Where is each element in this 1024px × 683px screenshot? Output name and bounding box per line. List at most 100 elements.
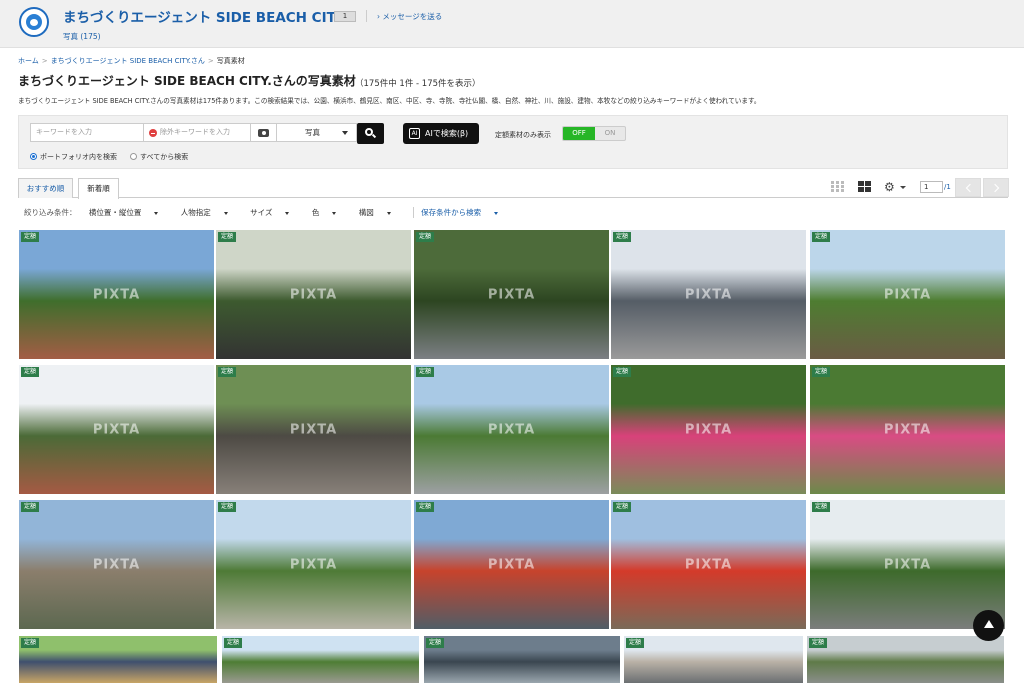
- photo-thumbnail[interactable]: 定額 PIXTA: [19, 500, 214, 629]
- fixed-price-tag: 定額: [613, 232, 631, 242]
- pixta-watermark: PIXTA: [289, 422, 338, 437]
- chevron-down-icon: [494, 211, 499, 215]
- toggle-off[interactable]: OFF: [563, 127, 595, 140]
- media-type-select[interactable]: 写真: [277, 123, 357, 142]
- photo-thumbnail[interactable]: 定額 PIXTA: [611, 365, 806, 494]
- fixed-price-toggle[interactable]: OFF ON: [562, 126, 626, 141]
- photo-thumbnail[interactable]: 定額: [222, 636, 419, 683]
- exclude-keyword-input[interactable]: 除外キーワードを入力: [144, 123, 251, 142]
- ai-search-button[interactable]: AI AIで検索(β): [403, 123, 479, 144]
- tab-newest[interactable]: 新着順: [78, 178, 119, 199]
- saved-search-link[interactable]: 保存条件から検索: [413, 207, 508, 218]
- fixed-price-tag: 定額: [812, 502, 830, 512]
- radio-dot: [130, 153, 137, 160]
- page-description: まちづくりエージェント SIDE BEACH CITY.さんの写真素材は175件…: [18, 97, 761, 105]
- photo-thumbnail[interactable]: 定額 PIXTA: [810, 230, 1005, 359]
- pixta-watermark: PIXTA: [684, 422, 733, 437]
- photo-thumbnail[interactable]: 定額 PIXTA: [414, 500, 609, 629]
- filter-size-label: サイズ: [250, 208, 273, 217]
- shop-name[interactable]: まちづくりエージェント SIDE BEACH CITY.: [63, 6, 348, 26]
- photo-thumbnail[interactable]: 定額 PIXTA: [611, 500, 806, 629]
- photos-tab-link[interactable]: 写真 (175): [63, 31, 101, 42]
- photo-thumbnail[interactable]: 定額 PIXTA: [19, 365, 214, 494]
- scroll-to-top-button[interactable]: [973, 610, 1004, 641]
- fixed-price-tag: 定額: [626, 638, 644, 648]
- search-panel: キーワードを入力 除外キーワードを入力 写真 AI AIで検索(β) 定額素材のみ…: [18, 115, 1008, 169]
- breadcrumb-separator: >: [41, 57, 48, 65]
- filter-size[interactable]: サイズ: [250, 207, 299, 218]
- pixta-watermark: PIXTA: [92, 557, 141, 572]
- page-number-input[interactable]: 1: [920, 181, 943, 193]
- send-message-link[interactable]: › メッセージを送る: [377, 11, 442, 22]
- chevron-down-icon: [154, 211, 159, 215]
- page-title: まちづくりエージェント SIDE BEACH CITY.さんの写真素材: [18, 74, 356, 88]
- pixta-watermark: PIXTA: [487, 557, 536, 572]
- header-divider: [366, 10, 367, 22]
- camera-icon: [258, 129, 269, 137]
- filter-composition-label: 構図: [358, 208, 374, 217]
- photo-thumbnail[interactable]: 定額 PIXTA: [216, 230, 411, 359]
- pixta-watermark: PIXTA: [92, 422, 141, 437]
- fixed-price-tag: 定額: [416, 367, 434, 377]
- saved-search-label: 保存条件から検索: [421, 208, 482, 217]
- photo-thumbnail[interactable]: 定額 PIXTA: [810, 365, 1005, 494]
- camera-search-button[interactable]: [251, 123, 277, 142]
- filter-label: 絞り込み条件：: [24, 208, 77, 217]
- pixta-watermark: PIXTA: [684, 557, 733, 572]
- pixta-watermark: PIXTA: [883, 422, 932, 437]
- filter-people[interactable]: 人物指定: [181, 207, 238, 218]
- filter-composition[interactable]: 構図: [359, 207, 401, 218]
- radio-all[interactable]: すべてから検索: [130, 152, 188, 162]
- photo-thumbnail[interactable]: 定額 PIXTA: [216, 365, 411, 494]
- fixed-price-tag: 定額: [21, 367, 39, 377]
- fixed-price-tag: 定額: [218, 232, 236, 242]
- page-total: /1: [944, 183, 951, 191]
- photo-thumbnail[interactable]: 定額 PIXTA: [216, 500, 411, 629]
- photo-thumbnail[interactable]: 定額: [807, 636, 1004, 683]
- fixed-price-tag: 定額: [416, 502, 434, 512]
- radio-portfolio[interactable]: ポートフォリオ内を検索: [30, 152, 117, 162]
- filter-color[interactable]: 色: [312, 207, 347, 218]
- fixed-price-tag: 定額: [218, 502, 236, 512]
- fixed-price-tag: 定額: [21, 638, 39, 648]
- photo-thumbnail[interactable]: 定額 PIXTA: [414, 230, 609, 359]
- pixta-watermark: PIXTA: [883, 287, 932, 302]
- photo-thumbnail[interactable]: 定額 PIXTA: [611, 230, 806, 359]
- filter-color-label: 色: [311, 208, 320, 217]
- ai-search-label: AIで検索(β): [425, 129, 469, 138]
- radio-dot: [30, 153, 37, 160]
- photo-thumbnail[interactable]: 定額: [424, 636, 620, 683]
- breadcrumb-home[interactable]: ホーム: [18, 57, 39, 65]
- toggle-on[interactable]: ON: [595, 127, 625, 140]
- breadcrumb: ホーム > まちづくりエージェント SIDE BEACH CITY.さん > 写真素材: [18, 56, 245, 66]
- photo-thumbnail[interactable]: 定額: [624, 636, 803, 683]
- large-grid-icon[interactable]: [858, 181, 871, 193]
- photo-thumbnail[interactable]: 定額: [19, 636, 217, 683]
- photo-thumbnail[interactable]: 定額 PIXTA: [414, 365, 609, 494]
- fixed-price-tag: 定額: [812, 367, 830, 377]
- tab-recommended[interactable]: おすすめ順: [18, 178, 73, 198]
- filter-bar: 絞り込み条件： 横位置・縦位置 人物指定 サイズ 色 構図 保存条件から検索: [24, 207, 518, 218]
- chevron-down-icon: [900, 186, 906, 189]
- breadcrumb-separator: >: [207, 57, 214, 65]
- prev-page-button[interactable]: [955, 178, 981, 197]
- fixed-price-tag: 定額: [218, 367, 236, 377]
- search-button[interactable]: [357, 123, 384, 144]
- breadcrumb-shop[interactable]: まちづくりエージェント SIDE BEACH CITY.さん: [51, 57, 205, 65]
- filter-orientation[interactable]: 横位置・縦位置: [89, 207, 169, 218]
- shop-avatar[interactable]: [19, 7, 49, 37]
- pixta-watermark: PIXTA: [487, 422, 536, 437]
- filter-orientation-label: 横位置・縦位置: [88, 208, 142, 217]
- chevron-down-icon: [285, 211, 290, 215]
- photo-thumbnail[interactable]: 定額 PIXTA: [19, 230, 214, 359]
- photo-thumbnail[interactable]: 定額 PIXTA: [810, 500, 1005, 629]
- keyword-input[interactable]: キーワードを入力: [30, 123, 144, 142]
- pixta-watermark: PIXTA: [487, 287, 536, 302]
- next-page-button[interactable]: [983, 178, 1009, 197]
- pixta-watermark: PIXTA: [92, 287, 141, 302]
- gear-icon[interactable]: ⚙: [884, 180, 895, 194]
- fixed-price-tag: 定額: [21, 502, 39, 512]
- small-grid-icon[interactable]: [831, 181, 844, 193]
- fixed-price-tag: 定額: [224, 638, 242, 648]
- pixta-watermark: PIXTA: [289, 557, 338, 572]
